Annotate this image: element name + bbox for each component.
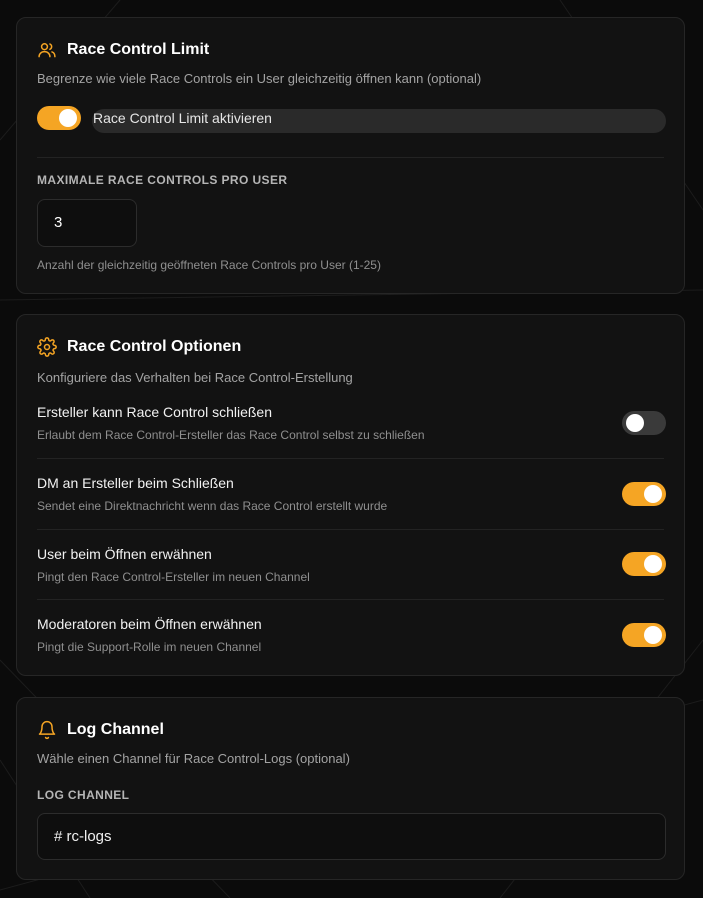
option-mention-user-toggle[interactable] [622, 552, 666, 576]
limit-card-title: Race Control Limit [67, 41, 210, 58]
gear-icon [37, 337, 57, 357]
max-controls-input[interactable]: 3 [37, 199, 137, 247]
option-close-by-creator-toggle[interactable] [622, 411, 666, 435]
max-controls-label: MAXIMALE RACE CONTROLS PRO USER [37, 173, 288, 187]
options-card-header: Race Control Optionen [37, 337, 241, 357]
race-control-limit-card: Race Control Limit Begrenze wie viele Ra… [16, 17, 685, 294]
toggle-knob [626, 414, 644, 432]
toggle-knob [644, 626, 662, 644]
log-channel-label: LOG CHANNEL [37, 788, 130, 802]
limit-enable-toggle[interactable] [37, 106, 81, 130]
option-mention-user-desc: Pingt den Race Control-Ersteller im neue… [37, 570, 310, 584]
option-mention-mods-desc: Pingt die Support-Rolle im neuen Channel [37, 640, 262, 654]
option-dm-on-close-desc: Sendet eine Direktnachricht wenn das Rac… [37, 499, 388, 513]
option-mention-mods-title: Moderatoren beim Öffnen erwähnen [37, 616, 262, 632]
divider [37, 529, 664, 530]
log-channel-card: Log Channel Wähle einen Channel für Race… [16, 697, 685, 880]
log-card-header: Log Channel [37, 720, 164, 740]
bell-icon [38, 720, 56, 740]
limit-enable-label: Race Control Limit aktivieren [93, 110, 272, 126]
log-card-subtitle: Wähle einen Channel für Race Control-Log… [37, 751, 350, 766]
max-controls-hint: Anzahl der gleichzeitig geöffneten Race … [37, 258, 381, 272]
option-mention-mods-toggle[interactable] [622, 623, 666, 647]
toggle-knob [59, 109, 77, 127]
divider [37, 599, 664, 600]
options-card-title: Race Control Optionen [67, 338, 242, 355]
divider [37, 458, 664, 459]
toggle-knob [644, 555, 662, 573]
options-card-subtitle: Konfiguriere das Verhalten bei Race Cont… [37, 370, 353, 385]
log-card-title: Log Channel [67, 721, 164, 738]
option-close-by-creator-title: Ersteller kann Race Control schließen [37, 404, 272, 420]
divider [37, 157, 664, 158]
limit-card-subtitle: Begrenze wie viele Race Controls ein Use… [37, 71, 482, 86]
limit-card-header: Race Control Limit [37, 40, 209, 60]
log-channel-select[interactable]: # rc-logs [37, 813, 666, 860]
option-mention-user-title: User beim Öffnen erwähnen [37, 546, 212, 562]
race-control-options-card: Race Control Optionen Konfiguriere das V… [16, 314, 685, 676]
option-dm-on-close-title: DM an Ersteller beim Schließen [37, 475, 234, 491]
option-dm-on-close-toggle[interactable] [622, 482, 666, 506]
users-icon [38, 43, 56, 58]
toggle-knob [644, 485, 662, 503]
option-close-by-creator-desc: Erlaubt dem Race Control-Ersteller das R… [37, 428, 425, 442]
